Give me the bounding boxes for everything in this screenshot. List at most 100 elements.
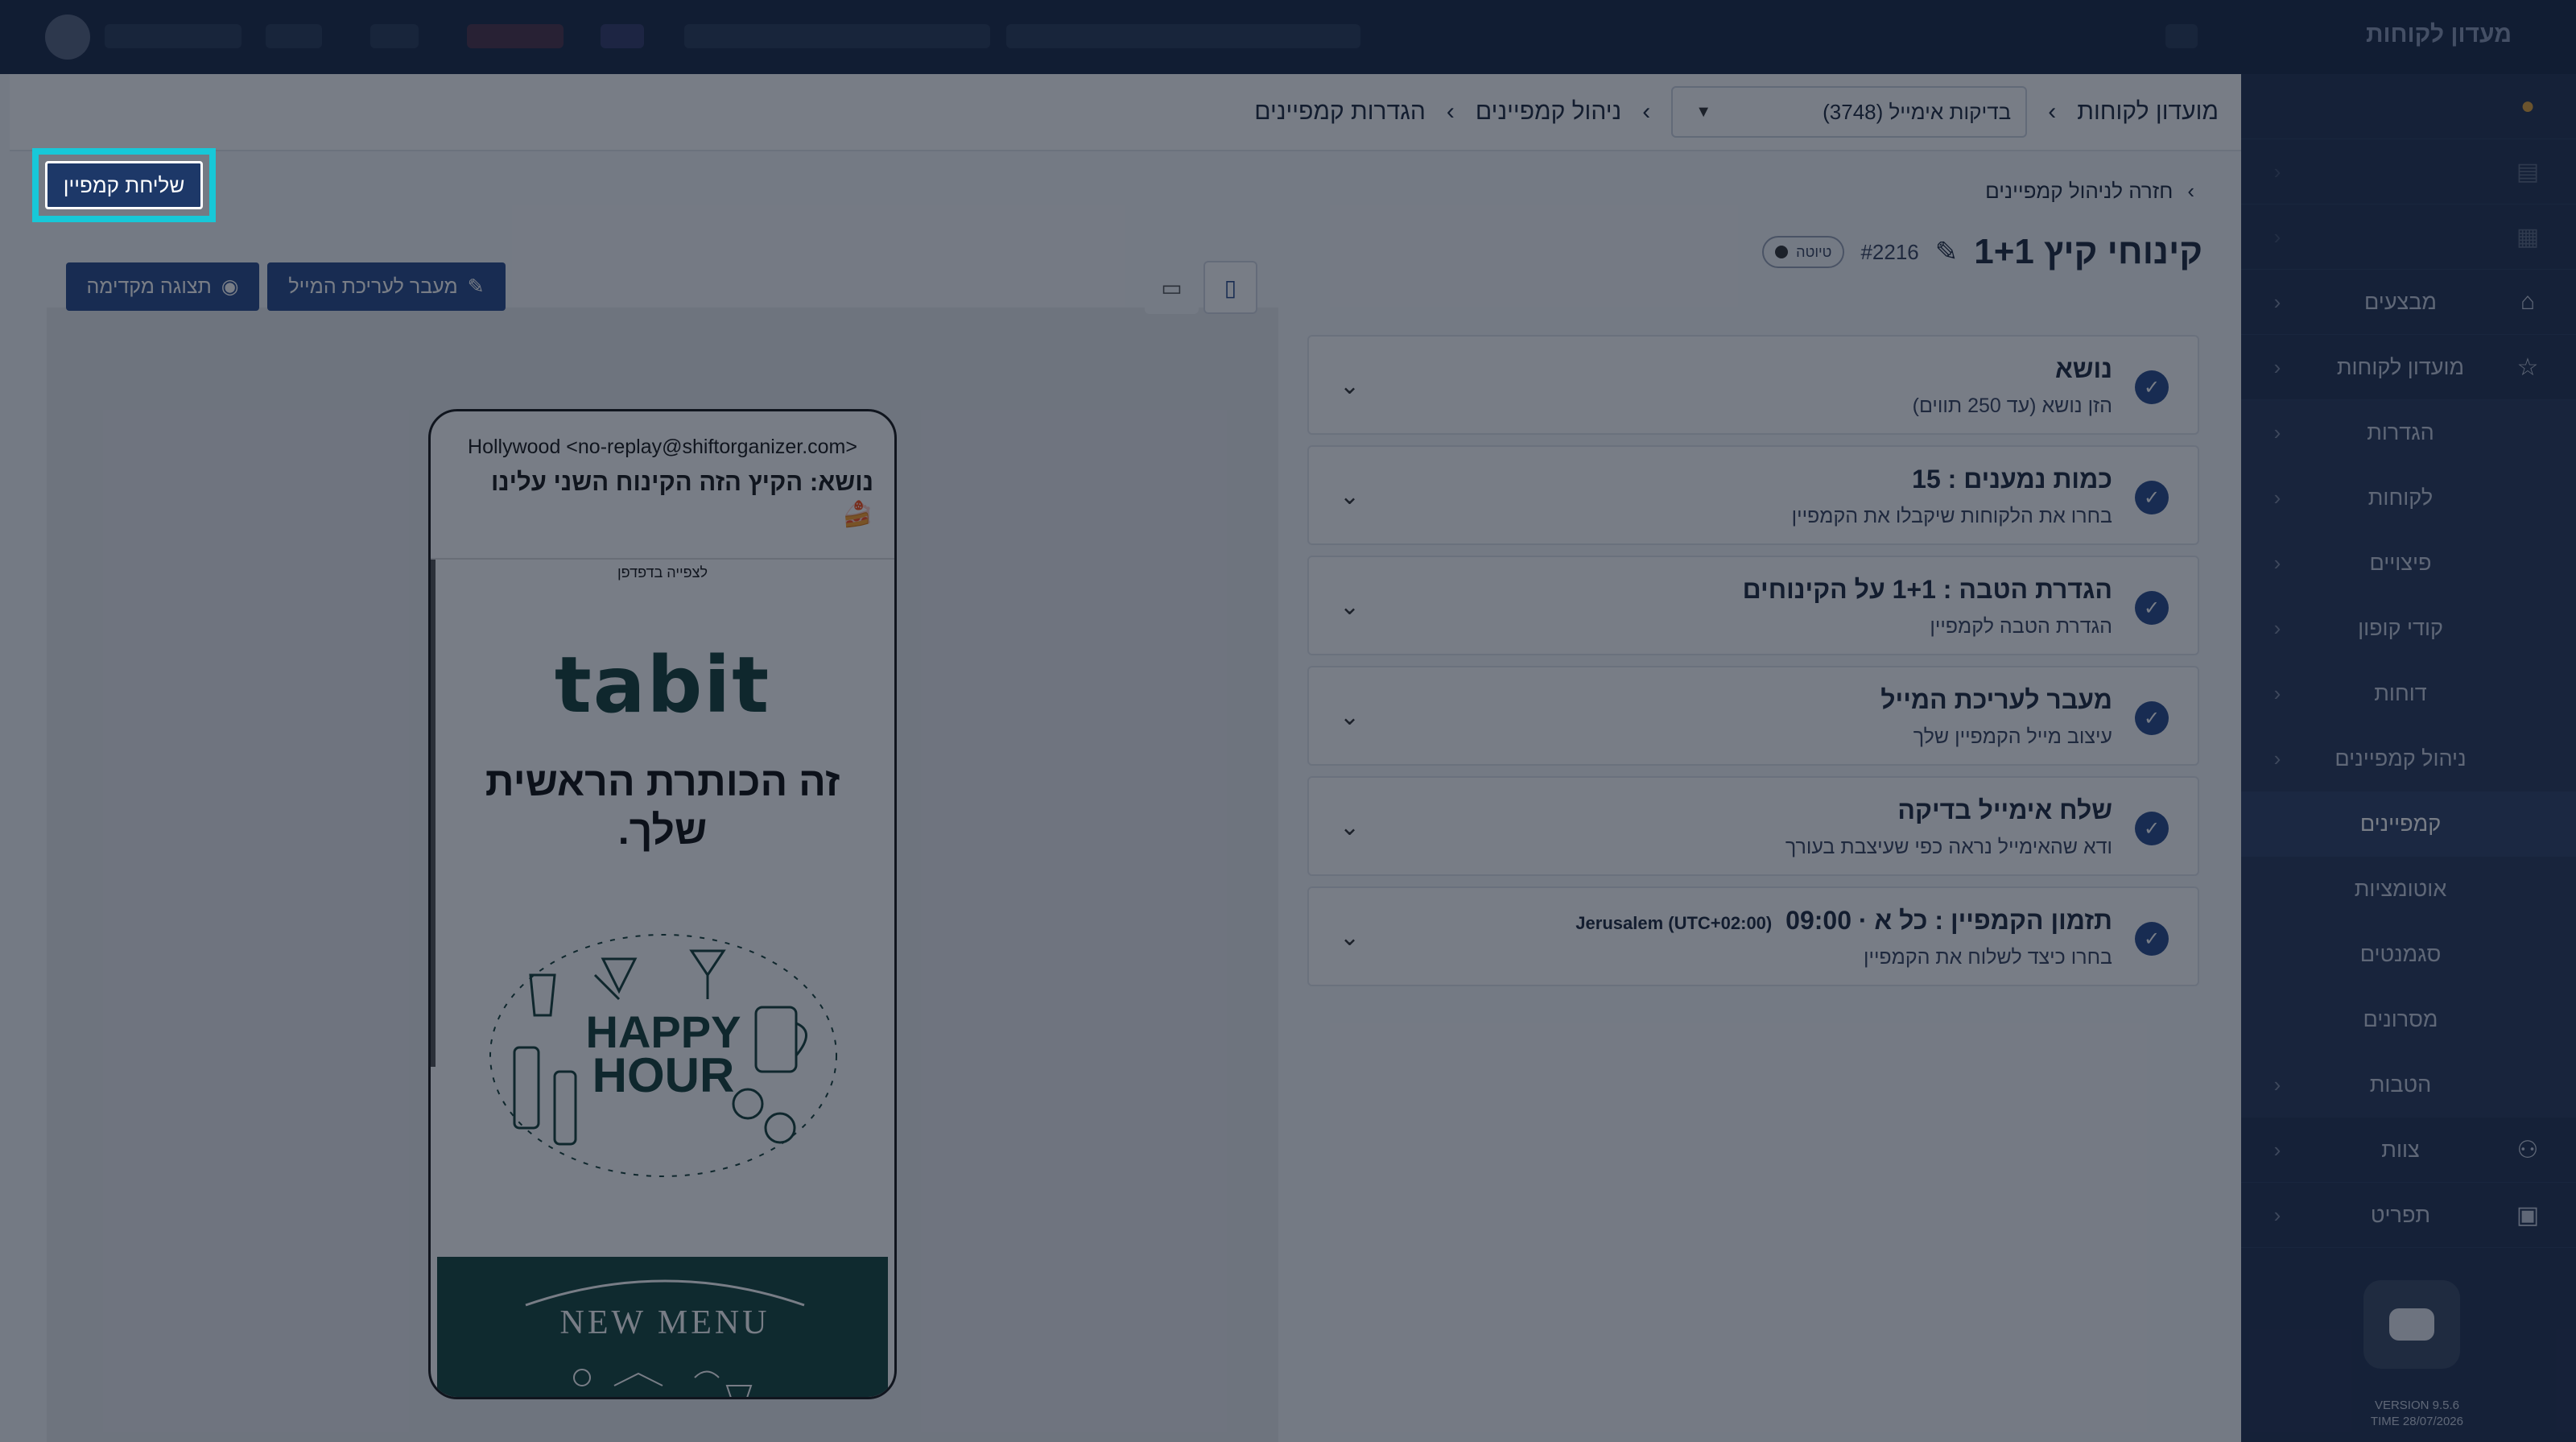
divider	[431, 558, 894, 560]
sidebar-item-label: סגמנטים	[2359, 942, 2442, 966]
edit-pencil-icon[interactable]: ✎	[1935, 236, 1959, 268]
sidebar-item-promotions[interactable]: ⌂ מבצעים ‹	[2241, 270, 2576, 335]
phone-preview: Hollywood <no-replay@shiftorganizer.com>…	[428, 409, 897, 1399]
status-badge: טיוטה	[1762, 236, 1845, 268]
sidebar-item-segments[interactable]: סגמנטים	[2241, 922, 2576, 987]
sidebar-item-label: פיצויים	[2369, 551, 2432, 575]
send-campaign-button-top[interactable]: שליחת קמפיין	[45, 161, 203, 209]
sidebar-item-hidden-2[interactable]: ▤ ‹	[2241, 139, 2576, 205]
back-link-label: חזרה לניהול קמפיינים	[1985, 179, 2174, 203]
sidebar-item-label: תפריט	[2370, 1202, 2431, 1227]
topbar-item[interactable]	[370, 24, 419, 48]
chevron-down-icon[interactable]: ⌄	[1340, 372, 1360, 400]
chevron-left-icon: ‹	[2273, 289, 2281, 314]
topbar-item[interactable]	[684, 24, 990, 48]
brand-title: מעדון לקוחות	[2365, 21, 2512, 48]
top-bar: מעדון לקוחות	[0, 0, 2576, 74]
sidebar-item-label: הטבות	[2369, 1072, 2432, 1097]
list-select[interactable]: ▼ (3748) בדיקות אימייל	[1671, 86, 2028, 138]
sidebar-item-reports[interactable]: דוחות ‹	[2241, 661, 2576, 726]
sidebar-item-compensations[interactable]: פיצויים ‹	[2241, 531, 2576, 596]
sidebar: ● ▤ ‹ ▦ ‹ ⌂ מבצעים ‹ ☆ מועדון לקוחות ‹ ה…	[2241, 74, 2576, 1442]
avatar[interactable]	[45, 14, 90, 60]
tag-icon: ⌂	[2520, 288, 2536, 315]
sidebar-item-label: לקוחות	[2368, 485, 2434, 510]
sidebar-item-label: קמפיינים	[2359, 812, 2442, 836]
topbar-item[interactable]	[105, 24, 242, 48]
step-title: שלח אימייל בדיקה	[1897, 795, 2112, 824]
status-label: טיוטה	[1796, 243, 1832, 260]
step-title: הגדרת הטבה : 1+1 על הקינוחים	[1742, 575, 2112, 604]
step-edit-email[interactable]: ✓ מעבר לעריכת המייל עיצוב מייל הקמפיין ש…	[1307, 666, 2199, 766]
check-icon: ✓	[2135, 701, 2169, 735]
topbar-item[interactable]	[467, 24, 564, 48]
list-select-value: (3748) בדיקות אימייל	[1823, 99, 2012, 124]
sidebar-item-team[interactable]: ⚇ צוות ‹	[2241, 1118, 2576, 1183]
campaign-header: קינוחי קיץ 1+1 ✎ #2216 טיוטה	[1762, 232, 2202, 272]
chevron-left-icon: ‹	[2273, 1072, 2281, 1097]
version-label: VERSION 9.5.6	[2374, 1399, 2459, 1412]
sidebar-item-campaigns[interactable]: קמפיינים	[2241, 791, 2576, 857]
step-title: מעבר לעריכת המייל	[1880, 685, 2112, 714]
menu-icon: ▣	[2516, 1201, 2540, 1229]
go-to-editor-button[interactable]: ✎ מעבר לעריכת המייל	[267, 262, 506, 311]
step-subtitle: ודא שהאימייל נראה כפי שעיצבת בעורך	[1785, 836, 2112, 858]
sidebar-item-hidden-3[interactable]: ▦ ‹	[2241, 205, 2576, 270]
device-toggle: ▭ ▯	[1145, 261, 1257, 314]
chevron-left-icon: ‹	[2273, 616, 2281, 640]
sidebar-item-label: ניהול קמפיינים	[2334, 746, 2467, 771]
sidebar-item-menu[interactable]: ▣ תפריט ‹	[2241, 1183, 2576, 1248]
breadcrumb: הגדרות קמפיינים ‹ ניהול קמפיינים ‹ ▼ (37…	[10, 74, 2241, 151]
sidebar-item-sms[interactable]: מסרונים	[2241, 987, 2576, 1052]
topbar-item[interactable]	[266, 24, 322, 48]
chevron-down-icon[interactable]: ⌄	[1340, 482, 1360, 510]
chevron-left-icon: ‹	[2273, 681, 2281, 705]
step-recipients[interactable]: ✓ כמות נמענים : 15 בחרו את הלקוחות שיקבל…	[1307, 445, 2199, 545]
sidebar-item-label: אוטומציות	[2354, 877, 2447, 901]
preview-button[interactable]: ◉ תצוגה מקדימה	[66, 262, 259, 311]
sidebar-item-hidden-1[interactable]: ●	[2241, 74, 2576, 139]
topbar-item[interactable]	[2165, 24, 2198, 48]
step-benefit[interactable]: ✓ הגדרת הטבה : 1+1 על הקינוחים הגדרת הטב…	[1307, 556, 2199, 655]
chevron-left-icon: ‹	[2273, 224, 2281, 249]
chat-button[interactable]	[2363, 1280, 2460, 1369]
campaign-id: #2216	[1860, 239, 1919, 264]
chevron-down-icon[interactable]: ⌄	[1340, 703, 1360, 731]
chevron-down-icon[interactable]: ⌄	[1340, 923, 1360, 952]
topbar-item[interactable]	[1006, 24, 1360, 48]
chevron-left-icon: ‹	[1642, 98, 1651, 125]
breadcrumb-manage[interactable]: ניהול קמפיינים	[1476, 98, 1621, 126]
sidebar-item-settings[interactable]: הגדרות ‹	[2241, 400, 2576, 465]
breadcrumb-settings[interactable]: הגדרות קמפיינים	[1254, 98, 1426, 126]
sidebar-item-benefits[interactable]: הטבות ‹	[2241, 1052, 2576, 1118]
sidebar-item-club[interactable]: ☆ מועדון לקוחות ‹	[2241, 335, 2576, 400]
sidebar-item-label: הגדרות	[2367, 420, 2434, 444]
eye-icon: ◉	[221, 275, 239, 298]
check-icon: ✓	[2135, 481, 2169, 514]
check-icon: ✓	[2135, 591, 2169, 625]
sidebar-item-campaign-management[interactable]: ניהול קמפיינים ‹	[2241, 726, 2576, 791]
topbar-item[interactable]	[601, 24, 644, 48]
caret-down-icon: ▼	[1695, 102, 1712, 121]
desktop-icon[interactable]: ▭	[1145, 261, 1199, 314]
check-icon: ✓	[2135, 370, 2169, 404]
sidebar-item-automations[interactable]: אוטומציות	[2241, 857, 2576, 922]
mobile-icon[interactable]: ▯	[1203, 261, 1257, 314]
chevron-left-icon: ‹	[2273, 159, 2281, 184]
step-schedule[interactable]: ✓ תזמון הקמפיין : כל א · 09:00 Jerusalem…	[1307, 886, 2199, 986]
users-icon: ⚇	[2516, 1136, 2539, 1163]
chevron-left-icon: ‹	[2273, 1202, 2281, 1227]
sidebar-item-label: קודי קופון	[2358, 616, 2443, 640]
view-in-browser-link[interactable]: לצפייה בדפדפן	[431, 564, 894, 581]
star-icon: ☆	[2516, 353, 2539, 381]
email-subject: נושא: הקיץ הזה הקינוח השני עלינו 🍰	[490, 468, 873, 528]
step-test-email[interactable]: ✓ שלח אימייל בדיקה ודא שהאימייל נראה כפי…	[1307, 776, 2199, 876]
chevron-down-icon[interactable]: ⌄	[1340, 593, 1360, 621]
scrollbar[interactable]	[431, 560, 436, 1067]
breadcrumb-club[interactable]: מועדון לקוחות	[2077, 98, 2219, 126]
step-subject[interactable]: ✓ נושא הזן נושא (עד 250 תווים) ⌄	[1307, 335, 2199, 435]
back-link[interactable]: › חזרה לניהול קמפיינים	[1985, 179, 2194, 204]
chevron-down-icon[interactable]: ⌄	[1340, 813, 1360, 841]
sidebar-item-customers[interactable]: לקוחות ‹	[2241, 465, 2576, 531]
sidebar-item-coupons[interactable]: קודי קופון ‹	[2241, 596, 2576, 661]
